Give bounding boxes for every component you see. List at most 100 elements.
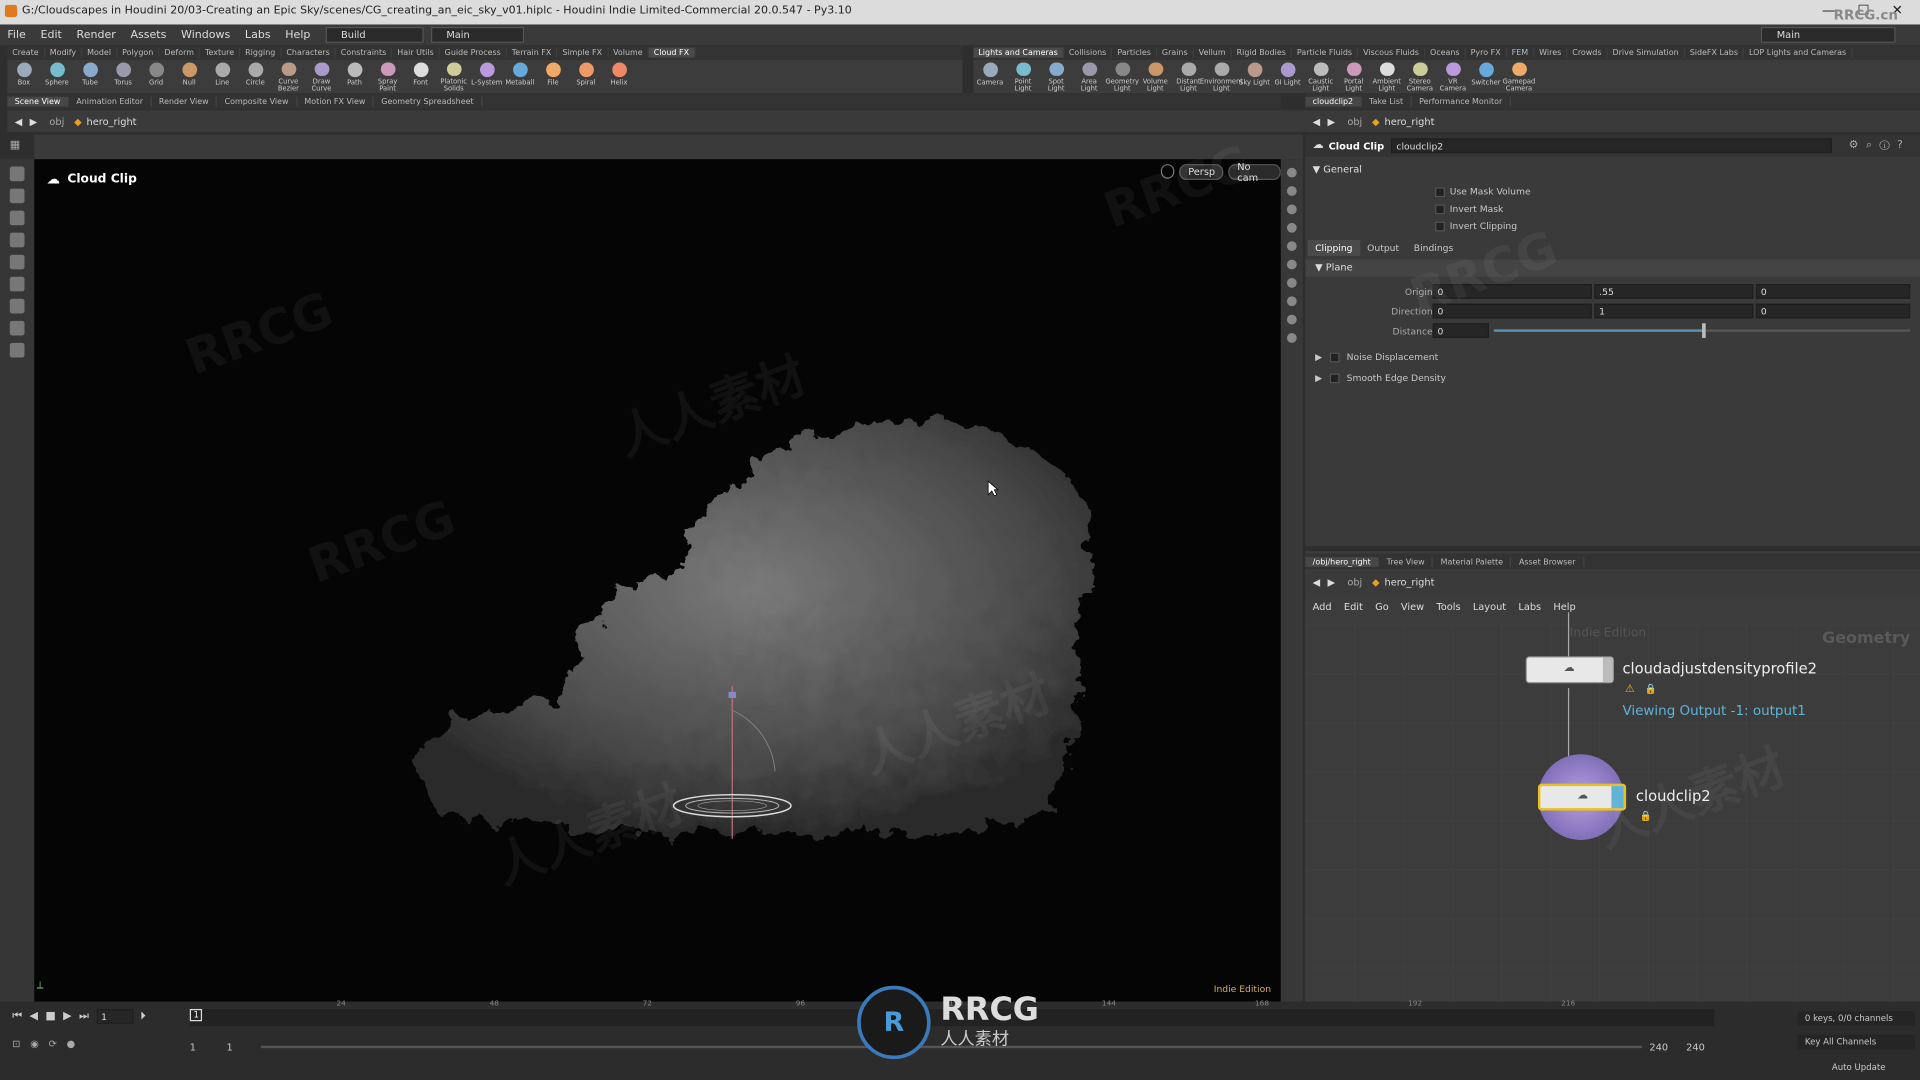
menu-labs[interactable]: Labs (238, 29, 278, 41)
start-frame-2[interactable]: 1 (227, 1042, 233, 1053)
right-tool-12[interactable]: Ambient Light (1370, 60, 1403, 93)
shelf-tab-left-1[interactable]: Modify (45, 47, 83, 58)
net-forward-icon[interactable]: ▶ (1328, 576, 1336, 587)
display-icon-3[interactable] (1286, 204, 1297, 215)
shelf-tab-left-11[interactable]: Terrain FX (507, 47, 558, 58)
select-tool-icon[interactable] (9, 166, 25, 182)
tab-output[interactable]: Output (1360, 240, 1407, 256)
key-all-channels[interactable]: Key All Channels (1797, 1034, 1916, 1050)
shelf-tab-right-11[interactable]: Wires (1534, 47, 1568, 58)
obj-context-right[interactable]: obj (1347, 116, 1362, 127)
right-tool-15[interactable]: Switcher (1469, 60, 1502, 93)
grid-icon[interactable]: ▦ (10, 140, 20, 152)
snap-tool-icon[interactable] (9, 320, 25, 336)
tab-clipping[interactable]: Clipping (1307, 240, 1360, 256)
pane-tab-2[interactable]: Render View (152, 96, 218, 106)
shelf-tab-right-7[interactable]: Viscous Fluids (1358, 47, 1426, 58)
shelf-tab-right-4[interactable]: Vellum (1194, 47, 1232, 58)
pane-tab-5[interactable]: Geometry Spreadsheet (374, 96, 483, 106)
display-icon-7[interactable] (1286, 277, 1297, 288)
auto-update[interactable]: Auto Update (1832, 1063, 1886, 1073)
path-node-right[interactable]: hero_right (1384, 116, 1434, 127)
shelf-tab-left-0[interactable]: Create (7, 47, 45, 58)
start-frame[interactable]: 1 (190, 1042, 196, 1053)
shelf-tab-right-5[interactable]: Rigid Bodies (1232, 47, 1292, 58)
node2-name[interactable]: cloudclip2 (1636, 787, 1711, 804)
left-tool-11[interactable]: Spray Paint (371, 60, 404, 93)
end-frame[interactable]: 240 (1649, 1042, 1668, 1053)
shelf-tab-right-2[interactable]: Particles (1112, 47, 1158, 58)
end-frame-2[interactable]: 240 (1686, 1042, 1705, 1053)
shelf-tab-left-6[interactable]: Rigging (240, 47, 282, 58)
handle-tool-icon[interactable] (9, 276, 25, 292)
view-tool-icon[interactable] (9, 298, 25, 314)
first-frame-icon[interactable]: ⏮ (12, 1010, 22, 1022)
left-tool-7[interactable]: Circle (239, 60, 272, 93)
network-menu-4[interactable]: Tools (1436, 601, 1460, 612)
right-tool-1[interactable]: Point Light (1007, 60, 1040, 93)
display-icon-10[interactable] (1286, 333, 1297, 343)
network-menu-6[interactable]: Labs (1518, 601, 1541, 612)
network-menu-5[interactable]: Layout (1473, 601, 1506, 612)
camera-dropdown[interactable]: No cam (1228, 161, 1281, 183)
node-name-field[interactable]: cloudclip2 (1391, 138, 1833, 154)
direction-y[interactable]: 1 (1594, 303, 1754, 319)
right-tool-5[interactable]: Volume Light (1139, 60, 1172, 93)
shelf-tab-left-8[interactable]: Constraints (336, 47, 393, 58)
smooth-edge-density-row[interactable]: ▶ Smooth Edge Density (1315, 372, 1446, 383)
left-tool-10[interactable]: Path (338, 60, 371, 93)
keys-channels[interactable]: 0 keys, 0/0 channels (1797, 1011, 1916, 1027)
realtime-icon[interactable]: ⊡ (12, 1038, 20, 1049)
shelf-tab-left-2[interactable]: Model (82, 47, 118, 58)
use-mask-volume-checkbox[interactable] (1435, 186, 1445, 197)
persp-dropdown[interactable]: Persp (1179, 164, 1224, 181)
shelf-tab-left-9[interactable]: Hair Utils (392, 47, 440, 58)
scale-tool-icon[interactable] (9, 232, 25, 248)
menu-windows[interactable]: Windows (174, 29, 238, 41)
magnet-tool-icon[interactable] (9, 342, 25, 358)
desktop-dropdown[interactable]: Build (325, 26, 424, 43)
back-icon-right[interactable]: ◀ (1313, 116, 1321, 127)
lock-icon[interactable] (1160, 164, 1175, 179)
pane-tab-1[interactable]: Animation Editor (69, 96, 152, 106)
tab-bindings[interactable]: Bindings (1406, 240, 1460, 256)
display-icon-8[interactable] (1286, 296, 1297, 307)
shelf-tab-left-3[interactable]: Polygon (117, 47, 160, 58)
shelf-tab-right-14[interactable]: SideFX Labs (1685, 47, 1745, 58)
forward-icon-right[interactable]: ▶ (1328, 116, 1336, 127)
left-tool-2[interactable]: Tube (73, 60, 106, 93)
right-tool-8[interactable]: Sky Light (1238, 60, 1271, 93)
scene-viewport[interactable]: ☁ Cloud Clip Persp No cam Indie Edition … (34, 159, 1281, 1002)
net-back-icon[interactable]: ◀ (1313, 576, 1321, 587)
frame-marker[interactable]: 1 (189, 1008, 203, 1022)
distance-slider[interactable] (1493, 323, 1911, 338)
expand-noise-icon[interactable]: ▶ (1315, 351, 1322, 362)
direction-z[interactable]: 0 (1755, 303, 1911, 319)
invert-clipping-row[interactable]: Invert Clipping (1435, 220, 1517, 231)
right-tool-3[interactable]: Area Light (1073, 60, 1106, 93)
shelf-tab-right-10[interactable]: FEM (1507, 47, 1535, 58)
move-tool-icon[interactable] (9, 188, 25, 204)
left-tool-16[interactable]: File (536, 60, 569, 93)
shelf-tab-left-14[interactable]: Cloud FX (648, 47, 696, 58)
shelf-tab-right-3[interactable]: Grains (1157, 47, 1194, 58)
display-icon-2[interactable] (1286, 186, 1297, 196)
display-icon-5[interactable] (1286, 241, 1297, 252)
shelf-tab-right-15[interactable]: LOP Lights and Cameras (1744, 47, 1853, 58)
invert-mask-checkbox[interactable] (1435, 203, 1445, 214)
left-tool-1[interactable]: Sphere (40, 60, 73, 93)
left-tool-15[interactable]: Metaball (503, 60, 536, 93)
shelf-tab-left-12[interactable]: Simple FX (557, 47, 609, 58)
network-menu-0[interactable]: Add (1313, 601, 1332, 612)
node-cloudclip2[interactable]: ☁ (1537, 783, 1627, 811)
shelf-tab-left-5[interactable]: Texture (200, 47, 241, 58)
shelf-tab-left-13[interactable]: Volume (608, 47, 649, 58)
network-tab-2[interactable]: Material Palette (1433, 556, 1512, 567)
origin-y[interactable]: .55 (1594, 284, 1754, 299)
shelf-tab-right-9[interactable]: Pyro FX (1466, 47, 1507, 58)
pane-tab-right-1[interactable]: Take List (1362, 96, 1412, 106)
network-menu-2[interactable]: Go (1375, 601, 1389, 612)
pane-tab-4[interactable]: Motion FX View (297, 96, 374, 106)
shelf-tab-right-0[interactable]: Lights and Cameras (973, 47, 1064, 58)
origin-z[interactable]: 0 (1755, 284, 1911, 299)
